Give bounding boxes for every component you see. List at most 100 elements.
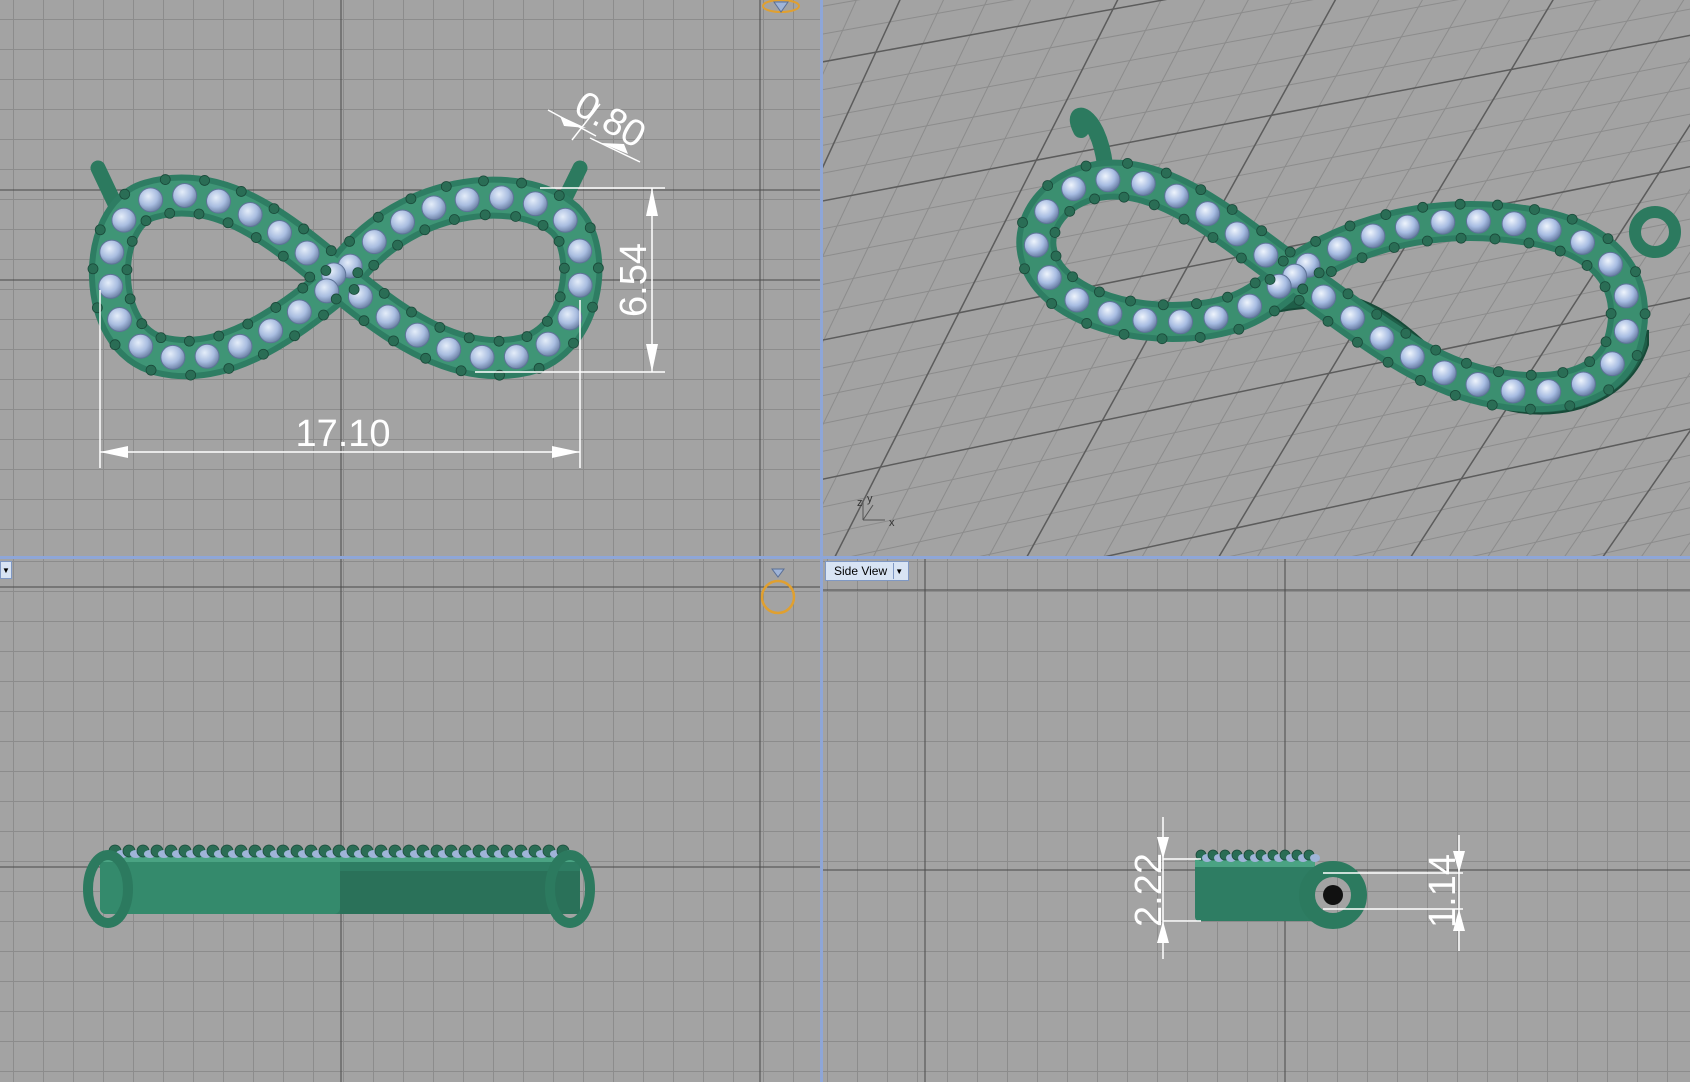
prong: [1603, 384, 1615, 396]
prong: [1430, 344, 1442, 356]
prong: [1630, 266, 1641, 278]
prong: [1344, 220, 1356, 232]
prong: [1277, 255, 1289, 267]
prong: [1380, 209, 1392, 220]
stone: [1430, 209, 1456, 235]
front-view-canvas: [0, 559, 820, 1082]
prong: [1600, 336, 1612, 348]
viewport-perspective[interactable]: x y z: [823, 0, 1690, 556]
bail-left[interactable]: [1069, 107, 1113, 173]
prong: [372, 211, 384, 223]
prong: [1352, 336, 1363, 348]
stone: [1224, 221, 1250, 247]
stone: [489, 185, 515, 211]
prong: [516, 177, 527, 189]
prong: [1249, 277, 1261, 289]
prong: [1325, 266, 1337, 277]
stone: [1500, 378, 1526, 404]
grid-line: [823, 0, 1314, 91]
prong: [109, 339, 121, 351]
viewport-splitter-horizontal[interactable]: [0, 556, 1690, 559]
prong: [257, 348, 269, 360]
stone: [404, 322, 430, 348]
prong: [1093, 286, 1105, 298]
stone: [1311, 284, 1337, 310]
prong: [325, 245, 337, 257]
grid-line: [1351, 480, 1690, 556]
grid-line: [1449, 188, 1690, 556]
stone: [1195, 201, 1221, 227]
prong: [478, 175, 489, 187]
prong: [1382, 356, 1394, 368]
stone: [1164, 183, 1190, 209]
prong: [223, 363, 235, 374]
bail-right[interactable]: [1629, 206, 1681, 258]
stone: [469, 344, 495, 370]
prong: [1207, 232, 1219, 243]
grid-line: [1679, 541, 1690, 556]
prong: [388, 335, 399, 347]
diamond-icon[interactable]: [762, 0, 800, 16]
grid-line: [823, 34, 1690, 202]
stone: [160, 344, 186, 370]
prong: [121, 264, 133, 276]
prong: [419, 224, 431, 236]
dimension-total-height: 2.22: [1128, 853, 1170, 927]
ring-icon[interactable]: [758, 567, 798, 617]
prong: [136, 318, 148, 330]
stone: [1465, 208, 1491, 234]
stone: [1097, 300, 1123, 326]
prong: [1455, 232, 1467, 244]
stone: [258, 318, 284, 344]
stone: [294, 240, 320, 266]
stone: [1613, 318, 1639, 344]
stone: [1168, 309, 1194, 335]
stone: [1237, 293, 1263, 319]
grid-line: [1471, 507, 1690, 556]
infinity-pendant[interactable]: [1195, 859, 1315, 921]
viewport-front[interactable]: ▼: [0, 559, 820, 1082]
prong: [1400, 327, 1412, 339]
prong: [183, 335, 195, 347]
prong: [553, 190, 565, 201]
viewport-splitter-vertical[interactable]: [820, 0, 823, 1082]
prong: [1042, 180, 1054, 191]
stone: [286, 299, 312, 325]
prong: [119, 188, 131, 200]
stone: [98, 273, 124, 299]
prong: [1564, 400, 1576, 412]
prong: [568, 337, 579, 349]
stone: [1339, 305, 1365, 331]
prong: [289, 330, 301, 342]
prong: [1631, 349, 1643, 361]
stone: [172, 183, 198, 209]
prong: [1157, 299, 1169, 311]
stone: [107, 306, 133, 332]
stone: [557, 305, 583, 331]
prong: [94, 224, 106, 236]
prong: [1191, 298, 1202, 310]
prong: [1226, 204, 1238, 215]
prong: [348, 284, 360, 295]
prong: [1222, 291, 1233, 303]
prong: [1602, 233, 1614, 245]
prong: [1371, 308, 1383, 320]
prong: [1017, 217, 1028, 228]
viewport-top[interactable]: 17.10 6.54 0.80: [0, 0, 820, 556]
stone: [138, 187, 164, 213]
grid-line: [823, 8, 1690, 174]
prong: [553, 235, 565, 247]
grid-line: [1218, 0, 1554, 556]
prong: [124, 293, 136, 305]
prong: [1421, 235, 1433, 247]
top-view-canvas: 17.10 6.54 0.80: [0, 0, 820, 556]
stone: [1036, 265, 1062, 291]
prong: [1148, 199, 1160, 211]
prong: [1297, 283, 1309, 295]
viewport-side[interactable]: Side View ▼ 2.22 1.14: [823, 559, 1690, 1082]
stone: [567, 238, 593, 264]
prong: [541, 315, 553, 327]
prong: [1529, 204, 1540, 215]
stone: [1501, 211, 1527, 237]
grid-line: [1180, 0, 1511, 556]
